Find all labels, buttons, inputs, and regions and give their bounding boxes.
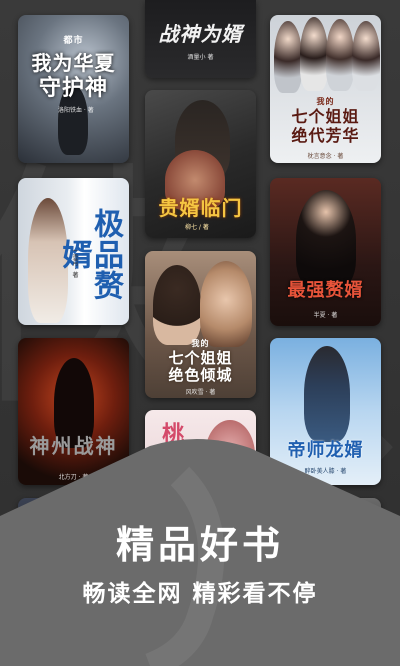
cover-figure [326,19,354,91]
book-cover-card[interactable]: 最强赘婿 半夏 · 著 [270,178,381,326]
book-cover-card[interactable]: 极品赘婿 一壶月 · 著 [18,178,129,325]
cover-figure [296,190,356,290]
book-cover-card[interactable]: 贵婿临门 柳七 / 著 [145,90,256,238]
book-author: 半夏 · 著 [313,312,338,319]
cover-figure [352,21,380,91]
book-title: 我为华夏 [31,51,116,75]
book-cover-card[interactable]: 我的 七个姐姐 绝色倾城 风吹雪 · 著 [145,251,256,398]
book-author: 柳七 / 著 [185,224,209,231]
cover-figure [300,17,328,91]
banner-title: 精品好书 [115,523,284,567]
book-cover-card[interactable]: 都市 我为华夏 守护神 洛阳铁血 · 著 [18,15,129,163]
cover-figure [304,346,350,442]
book-title: 极品赘婿 [56,207,124,301]
book-title-line2: 绝色倾城 [168,366,233,384]
banner-subtitle: 畅读全网 精彩看不停 [82,581,318,607]
book-title: 战神为婿 [158,22,243,46]
book-author: 一壶月 · 著 [71,248,78,278]
book-title: 最强赘婿 [287,280,364,301]
book-title: 七个姐姐 [168,349,233,367]
promo-banner: 精品好书 畅读全网 精彩看不停 [0,436,400,666]
book-author: 酒量小 著 [187,54,214,61]
book-title: 七个姐姐 [291,107,360,126]
book-cover-card[interactable]: 战神为婿 酒量小 著 [145,0,256,78]
book-cover-card[interactable]: 我的 七个姐姐 绝代芳华 枕言意念 · 著 [270,15,381,163]
cover-figure [153,265,201,345]
book-author: 洛阳铁血 · 著 [58,107,94,114]
book-author: 枕言意念 · 著 [307,153,344,160]
book-title: 贵婿临门 [158,196,243,220]
book-tag: 我的 [191,338,210,348]
book-tag: 都市 [63,36,84,46]
book-tag: 我的 [316,96,335,106]
cover-figure [200,261,252,347]
book-title-line2: 绝代芳华 [291,126,360,145]
cover-figure [274,21,302,93]
book-author: 风吹雪 · 著 [185,389,216,396]
book-title-line2: 守护神 [38,75,108,101]
